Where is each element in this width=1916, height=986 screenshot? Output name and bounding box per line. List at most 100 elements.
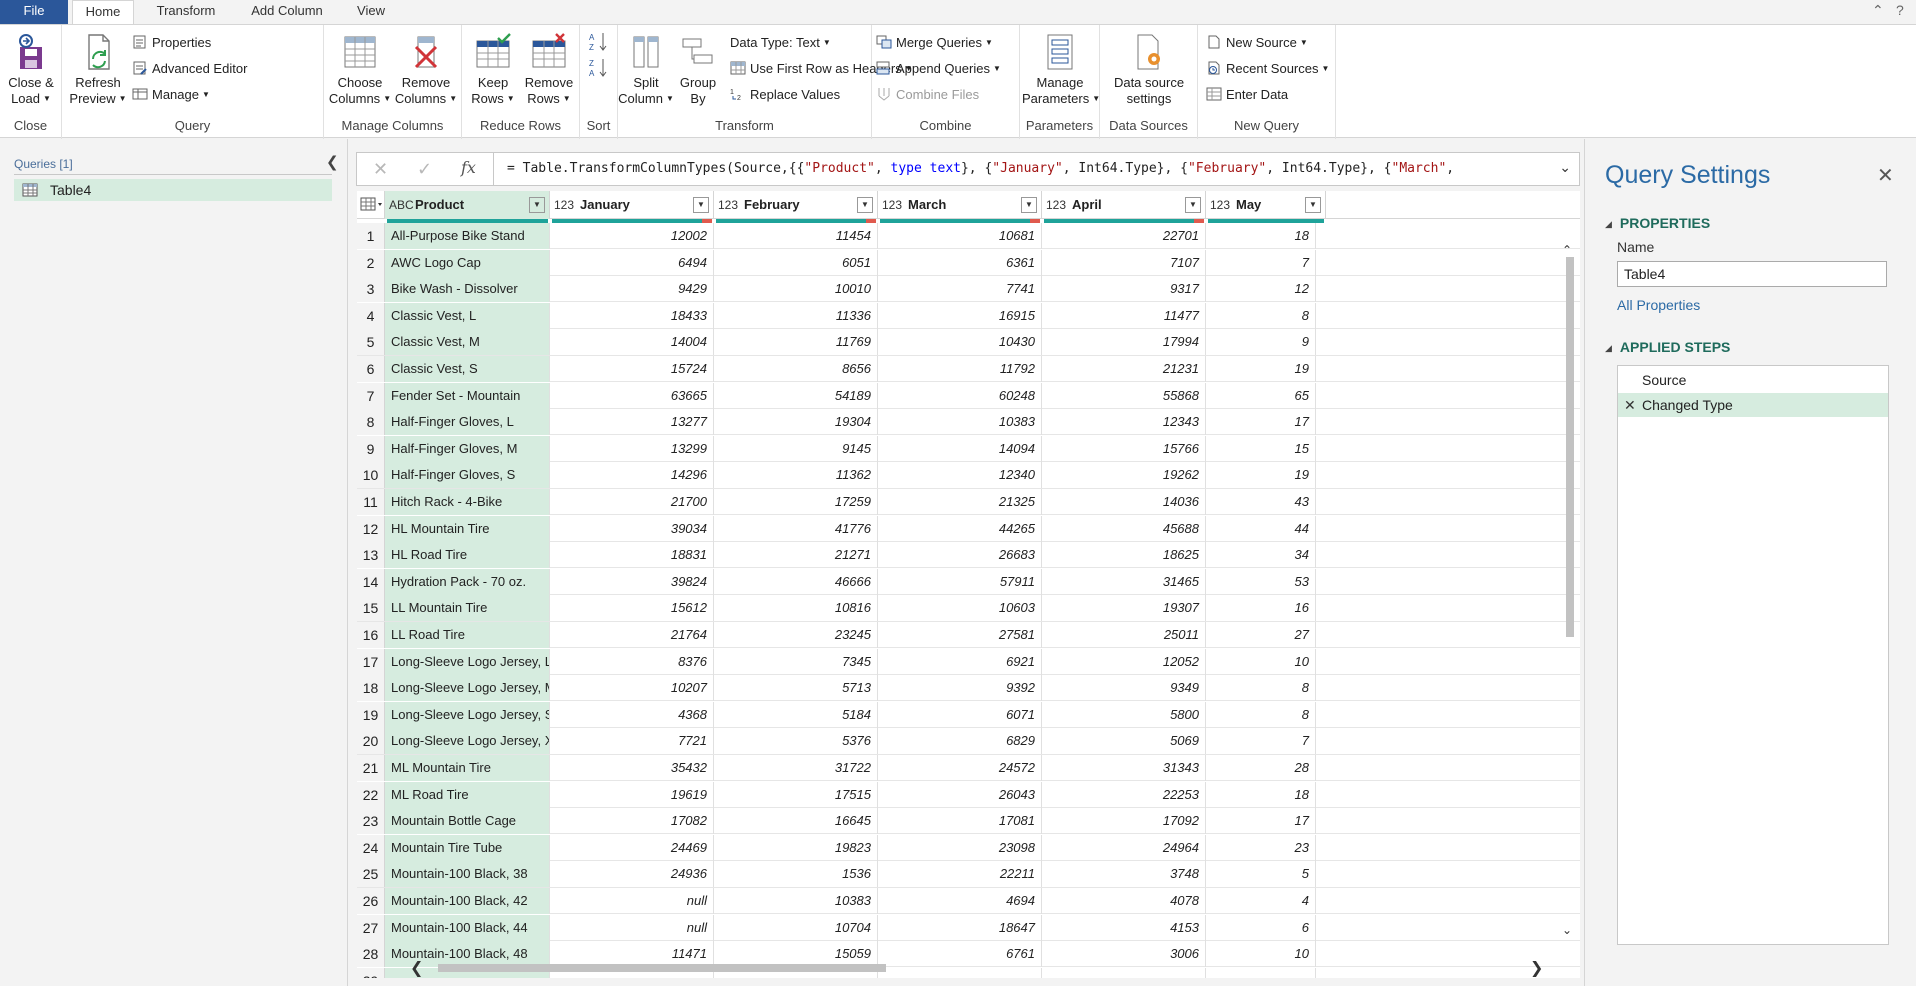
value-cell[interactable]: 12002: [550, 223, 714, 249]
product-cell[interactable]: Classic Vest, L: [385, 302, 550, 329]
table-row[interactable]: 9 Half-Finger Gloves, M 13299 9145 14094 1576…: [357, 435, 1580, 462]
row-number[interactable]: 18: [357, 675, 385, 702]
row-number[interactable]: 16: [357, 622, 385, 648]
value-cell[interactable]: 19262: [1042, 462, 1206, 489]
table-row[interactable]: 15 LL Mountain Tire 15612 10816 10603 19307 16: [357, 595, 1580, 622]
commit-formula-icon[interactable]: ✓: [417, 159, 432, 180]
row-number[interactable]: 22: [357, 781, 385, 808]
value-cell[interactable]: 16: [1206, 595, 1316, 622]
value-cell[interactable]: 27581: [878, 622, 1042, 648]
value-cell[interactable]: 17259: [714, 489, 878, 515]
value-cell[interactable]: 41776: [714, 515, 878, 542]
value-cell[interactable]: 13277: [550, 409, 714, 436]
value-cell[interactable]: 3748: [1042, 861, 1206, 888]
query-name-input[interactable]: Table4: [1617, 261, 1887, 287]
value-cell[interactable]: null: [550, 888, 714, 914]
value-cell[interactable]: 12343: [1042, 409, 1206, 436]
value-cell[interactable]: 9392: [878, 675, 1042, 702]
column-type-icon[interactable]: 123: [882, 191, 902, 219]
product-cell[interactable]: HL Road Tire: [385, 542, 550, 569]
value-cell[interactable]: 9349: [1042, 675, 1206, 702]
value-cell[interactable]: 19307: [1042, 595, 1206, 622]
merge-queries-button[interactable]: Merge Queries ▼: [876, 33, 993, 53]
column-type-icon[interactable]: 123: [1210, 191, 1230, 219]
refresh-preview-button[interactable]: Refresh Preview ▼: [68, 33, 128, 107]
column-filter-dropdown-icon[interactable]: ▼: [1185, 197, 1201, 213]
value-cell[interactable]: 7345: [714, 648, 878, 675]
scroll-down-icon[interactable]: ⌄: [1562, 923, 1572, 937]
manage-button[interactable]: Manage ▼: [132, 85, 210, 105]
row-number[interactable]: 23: [357, 808, 385, 835]
data-source-settings-button[interactable]: Data source settings: [1104, 33, 1194, 107]
value-cell[interactable]: 9145: [714, 435, 878, 462]
value-cell[interactable]: 39034: [550, 515, 714, 542]
row-number[interactable]: 25: [357, 861, 385, 888]
value-cell[interactable]: 14036: [1042, 489, 1206, 515]
column-header-april[interactable]: 123 April ▼: [1042, 191, 1206, 219]
table-row[interactable]: 18 Long-Sleeve Logo Jersey, M 10207 5713 939…: [357, 675, 1580, 702]
formula-input[interactable]: = Table.TransformColumnTypes(Source,{{"P…: [507, 161, 1547, 176]
value-cell[interactable]: 26043: [878, 781, 1042, 808]
table-row[interactable]: 4 Classic Vest, L 18433 11336 16915 11477 8: [357, 302, 1580, 329]
value-cell[interactable]: 8: [1206, 701, 1316, 728]
vertical-scrollbar[interactable]: ⌃ ⌄: [1560, 243, 1580, 943]
product-cell[interactable]: LL Mountain Tire: [385, 595, 550, 622]
value-cell[interactable]: 19823: [714, 834, 878, 861]
product-cell[interactable]: Fender Set - Mountain: [385, 382, 550, 409]
value-cell[interactable]: 5184: [714, 701, 878, 728]
row-number[interactable]: 17: [357, 648, 385, 675]
value-cell[interactable]: 10430: [878, 329, 1042, 356]
row-number[interactable]: 26: [357, 888, 385, 914]
column-filter-dropdown-icon[interactable]: ▼: [857, 197, 873, 213]
sort-descending-button[interactable]: ZA: [588, 57, 610, 78]
product-cell[interactable]: Long-Sleeve Logo Jersey, XL: [385, 728, 550, 755]
product-cell[interactable]: Long-Sleeve Logo Jersey, M: [385, 675, 550, 702]
value-cell[interactable]: 14094: [878, 435, 1042, 462]
delete-step-icon[interactable]: ✕: [1624, 393, 1636, 417]
replace-values-button[interactable]: 1 2 Replace Values: [730, 85, 840, 105]
product-cell[interactable]: Hitch Rack - 4-Bike: [385, 489, 550, 515]
row-number[interactable]: 2: [357, 249, 385, 276]
row-number[interactable]: 12: [357, 515, 385, 542]
row-number[interactable]: 28: [357, 941, 385, 968]
value-cell[interactable]: 16915: [878, 302, 1042, 329]
scroll-right-icon[interactable]: ❯: [1530, 958, 1543, 978]
insert-function-icon[interactable]: fx: [461, 158, 476, 177]
table-row[interactable]: 23 Mountain Bottle Cage 17082 16645 17081 170…: [357, 808, 1580, 835]
table-row[interactable]: 17 Long-Sleeve Logo Jersey, L 8376 7345 6921…: [357, 648, 1580, 675]
value-cell[interactable]: 21325: [878, 489, 1042, 515]
value-cell[interactable]: 11477: [1042, 302, 1206, 329]
value-cell[interactable]: 18625: [1042, 542, 1206, 569]
product-cell[interactable]: Classic Vest, M: [385, 329, 550, 356]
value-cell[interactable]: null: [550, 914, 714, 941]
value-cell[interactable]: 8: [1206, 675, 1316, 702]
table-row[interactable]: 1 All-Purpose Bike Stand 12002 11454 10681 22…: [357, 223, 1580, 250]
value-cell[interactable]: 10383: [714, 888, 878, 914]
value-cell[interactable]: 5713: [714, 675, 878, 702]
table-row[interactable]: 3 Bike Wash - Dissolver 9429 10010 7741 9317 1…: [357, 276, 1580, 303]
value-cell[interactable]: 6361: [878, 249, 1042, 276]
data-type-dropdown[interactable]: Data Type: Text ▼: [730, 33, 831, 53]
column-type-icon[interactable]: 123: [718, 191, 738, 219]
table-row[interactable]: 12 HL Mountain Tire 39034 41776 44265 45688 44: [357, 515, 1580, 542]
row-number[interactable]: 15: [357, 595, 385, 622]
step-source[interactable]: Source: [1618, 368, 1888, 392]
value-cell[interactable]: 4368: [550, 701, 714, 728]
horizontal-scroll-thumb[interactable]: [438, 964, 886, 972]
value-cell[interactable]: 18831: [550, 542, 714, 569]
table-row[interactable]: 19 Long-Sleeve Logo Jersey, S 4368 5184 6071…: [357, 701, 1580, 728]
all-properties-link[interactable]: All Properties: [1617, 297, 1700, 313]
value-cell[interactable]: 6: [1206, 914, 1316, 941]
value-cell[interactable]: 34: [1206, 542, 1316, 569]
remove-columns-button[interactable]: Remove Columns ▼: [394, 33, 458, 107]
value-cell[interactable]: 23098: [878, 834, 1042, 861]
table-row[interactable]: 16 LL Road Tire 21764 23245 27581 25011 27: [357, 622, 1580, 649]
value-cell[interactable]: 25011: [1042, 622, 1206, 648]
value-cell[interactable]: 8376: [550, 648, 714, 675]
value-cell[interactable]: 35432: [550, 755, 714, 781]
value-cell[interactable]: 15: [1206, 435, 1316, 462]
value-cell[interactable]: 17515: [714, 781, 878, 808]
value-cell[interactable]: 6921: [878, 648, 1042, 675]
value-cell[interactable]: 45688: [1042, 515, 1206, 542]
step-changed-type[interactable]: ✕ Changed Type: [1618, 393, 1888, 417]
